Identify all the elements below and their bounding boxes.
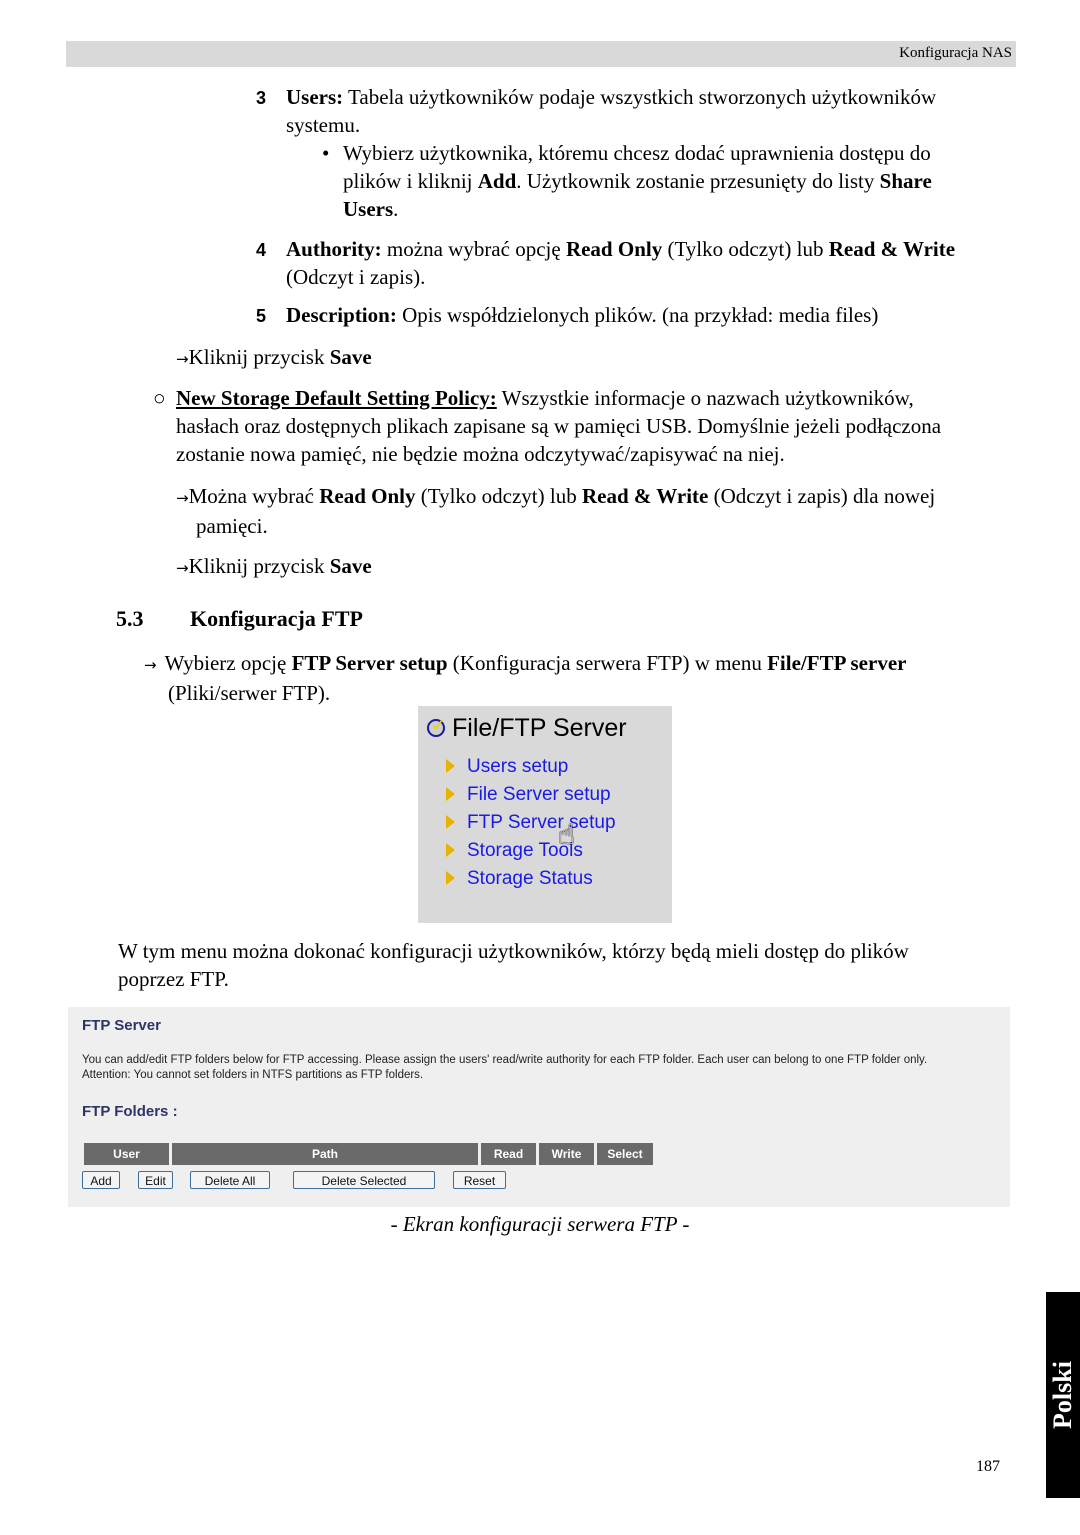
menu-item-storage-status[interactable]: Storage Status	[446, 868, 593, 890]
ftp-server-panel: FTP Server You can add/edit FTP folders …	[68, 1007, 1010, 1207]
figure-caption: - Ekran konfiguracji serwera FTP -	[390, 1212, 690, 1236]
arrow-right-icon: →	[176, 489, 189, 507]
save-instruction-2: →Kliknij przycisk Save	[176, 554, 372, 578]
bullet-dot: •	[322, 141, 330, 165]
column-header-user: User	[84, 1143, 169, 1165]
add-button[interactable]: Add	[82, 1171, 120, 1189]
column-header-write: Write	[539, 1143, 594, 1165]
item-4-num: 4	[256, 240, 267, 260]
item-3-text: Users: Tabela użytkowników podaje wszyst…	[286, 85, 937, 137]
section-number: 5.3	[116, 606, 144, 631]
arrow-right-icon: →	[176, 559, 189, 577]
item-5-num: 5	[256, 306, 267, 326]
delete-all-button[interactable]: Delete All	[190, 1171, 270, 1189]
column-header-read: Read	[481, 1143, 536, 1165]
column-header-select: Select	[597, 1143, 653, 1165]
item-4-text: Authority: można wybrać opcję Read Only …	[286, 237, 956, 289]
ftp-intro-paragraph: W tym menu można dokonać konfiguracji uż…	[118, 939, 909, 991]
file-ftp-server-menu: ✓ File/FTP Server Users setup File Serve…	[418, 706, 672, 923]
triangle-right-icon	[446, 871, 455, 885]
menu-item-file-server-setup[interactable]: File Server setup	[446, 784, 611, 806]
save-instruction-1: →Kliknij przycisk Save	[176, 345, 372, 369]
page-number: 187	[976, 1458, 1000, 1475]
triangle-right-icon	[446, 787, 455, 801]
header-section-title: Konfiguracja NAS	[899, 45, 1012, 61]
ftp-folders-label: FTP Folders :	[82, 1103, 178, 1120]
policy-choose: →Można wybrać Read Only (Tylko odczyt) l…	[176, 484, 936, 538]
edit-button[interactable]: Edit	[138, 1171, 173, 1189]
running-header: Konfiguracja NAS	[66, 41, 1016, 67]
hand-cursor-icon: ☝	[558, 818, 576, 851]
menu-item-users-setup[interactable]: Users setup	[446, 756, 568, 778]
reset-button[interactable]: Reset	[453, 1171, 506, 1189]
circle-bullet-icon: ○	[153, 386, 166, 410]
ftp-description: You can add/edit FTP folders below for F…	[82, 1054, 928, 1081]
policy-text: New Storage Default Setting Policy: Wszy…	[176, 386, 942, 466]
bullet-text: Wybierz użytkownika, któremu chcesz doda…	[343, 141, 932, 221]
section-title: Konfiguracja FTP	[190, 606, 363, 631]
menu-item-ftp-server-setup[interactable]: FTP Server setup	[446, 812, 616, 834]
language-tab: Polski	[1046, 1292, 1080, 1498]
triangle-right-icon	[446, 759, 455, 773]
section-instruction: → Wybierz opcję FTP Server setup (Konfigu…	[144, 651, 907, 705]
triangle-right-icon	[446, 815, 455, 829]
item-5-text: Description: Opis współdzielonych plików…	[286, 303, 879, 327]
item-3: 3	[256, 88, 267, 108]
menu-title: File/FTP Server	[452, 714, 627, 742]
arrow-right-icon: →	[176, 350, 189, 368]
ftp-server-title: FTP Server	[82, 1017, 161, 1034]
triangle-right-icon	[446, 843, 455, 857]
delete-selected-button[interactable]: Delete Selected	[293, 1171, 435, 1189]
arrow-right-icon: →	[144, 656, 157, 674]
column-header-path: Path	[172, 1143, 478, 1165]
checkmark-icon: ✓	[427, 715, 446, 737]
